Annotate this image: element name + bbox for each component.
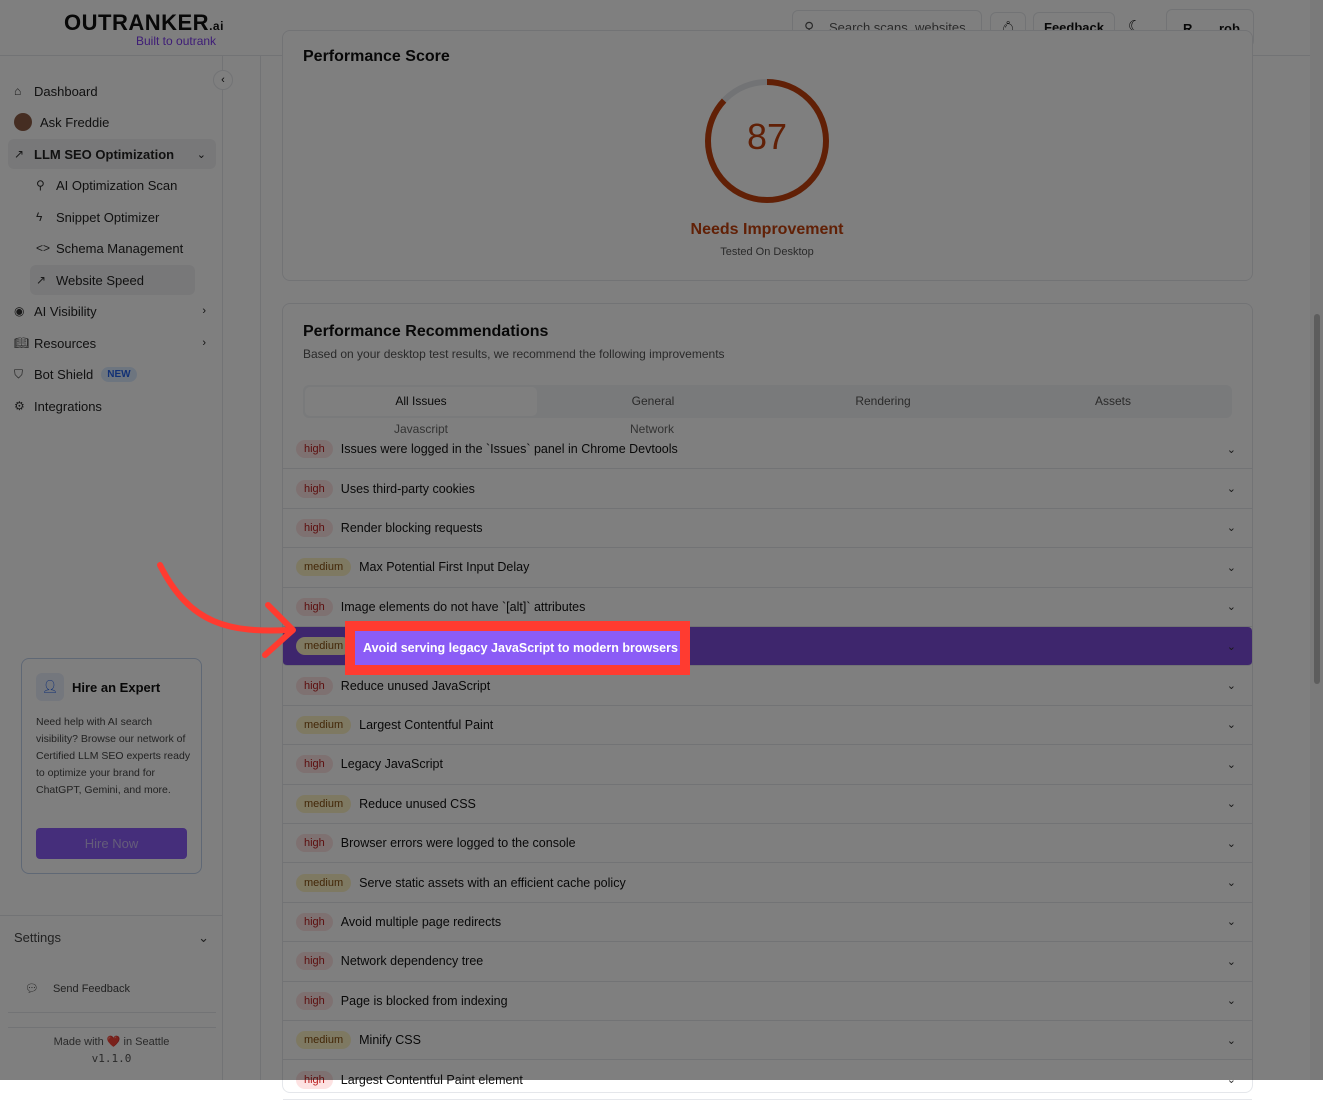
dim-overlay bbox=[0, 0, 1323, 1080]
callout-label: Avoid serving legacy JavaScript to moder… bbox=[355, 631, 680, 665]
highlight-callout[interactable]: Avoid serving legacy JavaScript to moder… bbox=[345, 621, 690, 675]
annotation-arrow-icon bbox=[157, 562, 296, 658]
